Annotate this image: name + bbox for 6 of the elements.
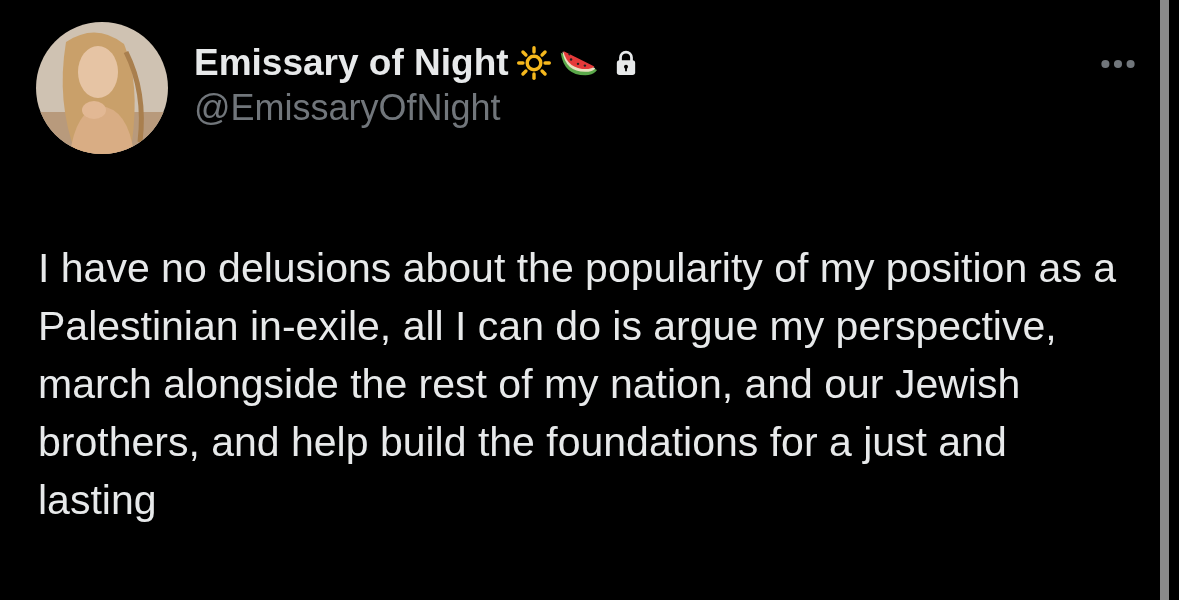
post-text: I have no delusions about the popularity of my position as a Palestinian in-exile, all I can do is argue my perspective, march alongside the rest of my nation, and our Jewish brothers, and help build the foundations for a just and lasting — [38, 244, 1118, 525]
sun-icon — [514, 46, 553, 80]
user-handle: @EmissaryOfNight — [194, 86, 502, 130]
scroll-bar[interactable] — [1160, 0, 1169, 600]
display-name: Emissary of Night — [194, 41, 509, 85]
more-options-icon[interactable] — [1100, 58, 1136, 70]
